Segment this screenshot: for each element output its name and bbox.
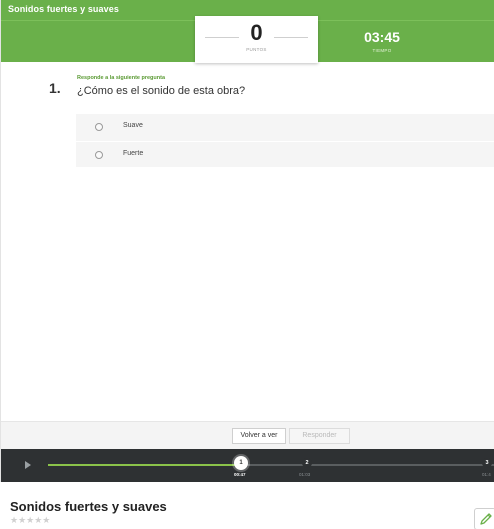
points-label: PUNTOS (246, 47, 267, 52)
answer-label: Suave (123, 122, 143, 129)
edit-button[interactable] (474, 508, 494, 529)
radio-button[interactable] (95, 151, 103, 159)
answer-label: Fuerte (123, 150, 144, 157)
page-title: Sonidos fuertes y suaves (10, 499, 167, 514)
activity-frame: Sonidos fuertes y suaves 03:45 TIEMPO 0 … (0, 0, 494, 482)
question-marker-2[interactable]: 2 (302, 458, 312, 468)
question-number: 1. (49, 80, 61, 96)
radio-button[interactable] (95, 123, 103, 131)
submit-answer-button[interactable]: Responder (289, 428, 350, 444)
progress-track[interactable] (48, 464, 494, 466)
rating-stars[interactable]: ★★★★★ (10, 515, 50, 526)
marker-time-1: 00:47 (234, 472, 246, 477)
play-icon[interactable] (25, 461, 31, 469)
question-marker-1[interactable]: 1 (234, 456, 248, 470)
marker-time-2: 01:03 (299, 472, 311, 477)
answer-options: Suave Fuerte (76, 114, 494, 167)
question-marker-3[interactable]: 3 (482, 458, 492, 468)
activity-title: Sonidos fuertes y suaves (8, 4, 119, 14)
rewatch-button[interactable]: Volver a ver (232, 428, 286, 444)
timer-value: 03:45 (364, 29, 400, 45)
answer-option-suave[interactable]: Suave (76, 114, 494, 140)
question-text: ¿Cómo es el sonido de esta obra? (77, 85, 246, 97)
marker-time-3: 01:4 (482, 472, 491, 477)
pencil-icon (480, 513, 492, 525)
points-card: 0 PUNTOS (195, 16, 318, 63)
progress-fill (48, 464, 241, 466)
answer-option-fuerte[interactable]: Fuerte (76, 141, 494, 167)
points-value: 0 (250, 20, 263, 45)
action-bar: Volver a ver Responder (1, 421, 494, 449)
question-instruction: Responde a la siguiente pregunta (77, 75, 166, 81)
video-player-bar: 1 00:47 2 01:03 3 01:4 (1, 449, 494, 482)
timer-label: TIEMPO (372, 48, 392, 53)
